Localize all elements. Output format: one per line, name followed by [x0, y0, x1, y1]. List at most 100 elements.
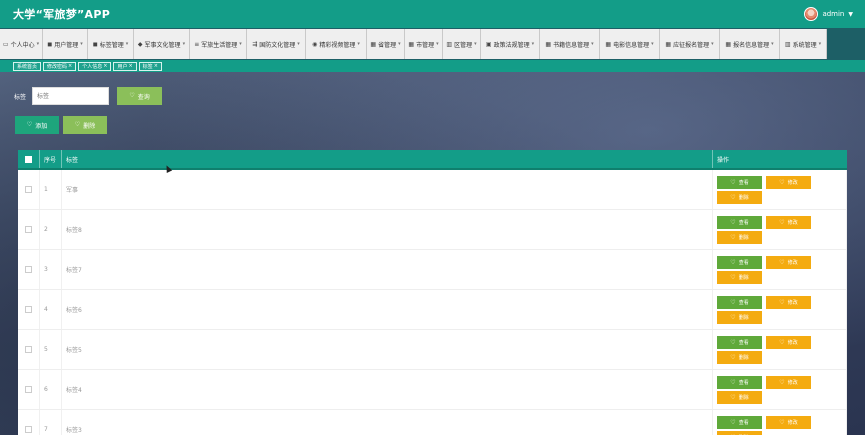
tab-bar: 系统首页 修改密码 × 个人信息 × 用户 × 标签 × [0, 60, 865, 72]
edit-button-label: 修改 [787, 340, 798, 346]
close-icon[interactable]: × [154, 63, 158, 69]
header-cell-tag[interactable]: 标签 [62, 150, 713, 168]
tab-label: 标签 [142, 63, 153, 70]
cell-tag: 标签7 [62, 250, 713, 289]
chevron-down-icon: ▾ [474, 41, 477, 47]
data-table: 序号 标签 操作 1 军事 ♡ 查看 ♡ 修改 ♡ 删除 2 标签8 ♡ 查看 ♡ 修改 ♡ 删除 3 标签7 ♡ 查… [18, 150, 847, 435]
menu-item[interactable]: ▦ 省管理 ▾ [367, 29, 405, 59]
close-icon[interactable]: × [68, 63, 72, 69]
close-icon[interactable]: × [128, 63, 132, 69]
menu-item-label: 书籍信息管理 [553, 41, 590, 49]
row-checkbox[interactable] [25, 426, 32, 433]
row-checkbox[interactable] [25, 266, 32, 273]
edit-button[interactable]: ♡ 修改 [766, 336, 811, 349]
chevron-down-icon: ▾ [711, 41, 714, 47]
caret-down-icon[interactable]: ▼ [848, 11, 853, 18]
query-button[interactable]: ♡ 查询 [117, 87, 163, 105]
menu-item[interactable]: ▦ 市管理 ▾ [405, 29, 443, 59]
tab-label: 修改密码 [47, 63, 68, 70]
cell-tag: 标签6 [62, 290, 713, 329]
chevron-down-icon: ▾ [357, 41, 360, 47]
menu-item[interactable]: ▥ 系统管理 ▾ [780, 29, 827, 59]
heart-icon: ♡ [730, 378, 736, 386]
view-button[interactable]: ♡ 查看 [717, 376, 762, 389]
row-checkbox[interactable] [25, 186, 32, 193]
menu-item[interactable]: ▥ 区管理 ▾ [443, 29, 481, 59]
tab[interactable]: 系统首页 [13, 61, 42, 71]
view-button[interactable]: ♡ 查看 [717, 296, 762, 309]
delete-button[interactable]: ♡删除 [717, 311, 762, 324]
select-all-checkbox[interactable] [25, 155, 32, 163]
view-button-label: 查看 [738, 180, 749, 186]
edit-button[interactable]: ♡ 修改 [766, 416, 811, 429]
cell-actions: ♡查看♡修改♡删除 [713, 250, 847, 289]
tag-search-input[interactable] [32, 87, 110, 105]
menu-item[interactable]: ▦ 书籍信息管理 ▾ [540, 29, 600, 59]
tab[interactable]: 个人信息 × [78, 61, 112, 71]
menu-item[interactable]: ▦ 报名信息管理 ▾ [720, 29, 780, 59]
view-button[interactable]: ♡ 查看 [717, 416, 762, 429]
view-button[interactable]: ♡ 查看 [717, 216, 762, 229]
heart-icon: ♡ [779, 218, 785, 226]
tab-label: 个人信息 [82, 63, 103, 70]
user-menu[interactable]: admin ▼ [804, 7, 853, 21]
view-button[interactable]: ♡ 查看 [717, 176, 762, 189]
edit-button[interactable]: ♡ 修改 [766, 376, 811, 389]
table-row: 2 标签8 ♡ 查看 ♡ 修改 ♡ 删除 [18, 210, 847, 250]
view-button[interactable]: ♡ 查看 [717, 256, 762, 269]
menu-item[interactable]: ≡ 军旅生活管理 ▾ [190, 29, 247, 59]
view-button-label: 查看 [738, 300, 749, 306]
top-menu-bar: ▭ 个人中心 ▾ ◼ 用户管理 ▾ ◼ 标签管理 ▾ ◆ 军事文化管理 ▾ ≡ 军旅生活管理 ▾ ⇶ 国防文化管… [0, 28, 865, 60]
delete-button-label: 删除 [738, 395, 749, 401]
heart-icon: ♡ [26, 121, 33, 128]
close-icon[interactable]: × [103, 63, 107, 69]
tab[interactable]: 标签 × [138, 61, 162, 71]
tab[interactable]: 修改密码 × [43, 61, 77, 71]
cell-no: 5 [40, 330, 62, 369]
menu-item[interactable]: ▭ 个人中心 ▾ [0, 29, 43, 59]
heart-icon: ♡ [730, 233, 736, 241]
view-button-label: 查看 [738, 260, 749, 266]
avatar[interactable] [804, 7, 819, 21]
cell-tag: 标签4 [62, 370, 713, 409]
table-row: 5 标签5 ♡ 查看 ♡ 修改 ♡ 删除 [18, 330, 847, 370]
menu-item-label: 标签管理 [99, 41, 124, 49]
add-button[interactable]: ♡ 添加 [15, 116, 59, 134]
menu-item[interactable]: ◆ 军事文化管理 ▾ [134, 29, 190, 59]
table-row: 1 军事 ♡ 查看 ♡ 修改 ♡ 删除 [18, 170, 847, 210]
delete-button[interactable]: ♡删除 [717, 231, 762, 244]
menu-item[interactable]: ◉ 精彩视频管理 ▾ [306, 29, 367, 59]
batch-delete-button[interactable]: ♡ 删除 [63, 116, 107, 134]
delete-button[interactable]: ♡删除 [717, 431, 762, 435]
edit-button[interactable]: ♡ 修改 [766, 216, 811, 229]
menu-item[interactable]: ▦ 电影信息管理 ▾ [600, 29, 660, 59]
menu-item[interactable]: ⇶ 国防文化管理 ▾ [247, 29, 306, 59]
username[interactable]: admin [822, 10, 844, 18]
menu-item[interactable]: ◼ 用户管理 ▾ [43, 29, 88, 59]
menu-item[interactable]: ◼ 标签管理 ▾ [88, 29, 134, 59]
cell-select [18, 250, 40, 289]
heart-icon: ♡ [779, 258, 785, 266]
tab[interactable]: 用户 × [113, 61, 137, 71]
heart-icon: ♡ [730, 258, 736, 266]
header-cell-no: 序号 [40, 150, 62, 168]
edit-button[interactable]: ♡ 修改 [766, 296, 811, 309]
edit-button[interactable]: ♡ 修改 [766, 176, 811, 189]
row-checkbox[interactable] [25, 226, 32, 233]
menu-item[interactable]: ▣ 政策法规管理 ▾ [481, 29, 540, 59]
row-checkbox[interactable] [25, 306, 32, 313]
cell-select [18, 170, 40, 209]
delete-button[interactable]: ♡删除 [717, 351, 762, 364]
edit-button[interactable]: ♡ 修改 [766, 256, 811, 269]
chevron-down-icon: ▾ [297, 41, 300, 47]
menu-item[interactable]: ▦ 应征报名管理 ▾ [660, 29, 720, 59]
view-button[interactable]: ♡ 查看 [717, 336, 762, 349]
chevron-down-icon: ▾ [651, 41, 654, 47]
edit-button-label: 修改 [787, 260, 798, 266]
delete-button[interactable]: ♡删除 [717, 271, 762, 284]
search-bar: 标签 ♡ 查询 [14, 87, 163, 105]
delete-button[interactable]: ♡删除 [717, 391, 762, 404]
row-checkbox[interactable] [25, 346, 32, 353]
delete-button[interactable]: ♡删除 [717, 191, 762, 204]
row-checkbox[interactable] [25, 386, 32, 393]
